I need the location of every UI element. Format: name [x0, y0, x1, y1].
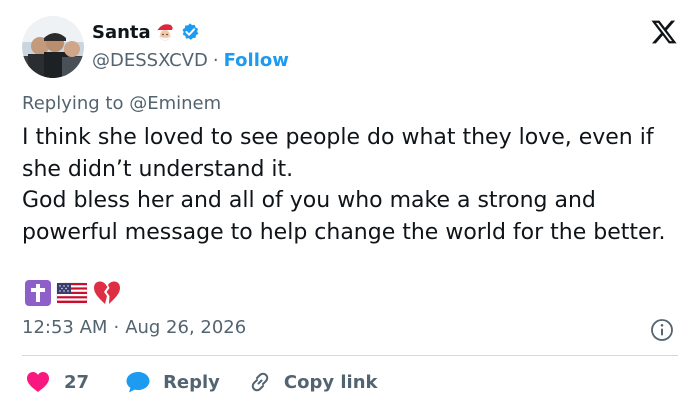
display-name[interactable]: Santa [92, 22, 151, 43]
reply-bubble-icon [126, 372, 150, 393]
tweet-time: 12:53 AM [22, 317, 108, 338]
timestamp-separator: · [113, 317, 120, 338]
reply-mention[interactable]: @Eminem [129, 93, 221, 114]
tweet-emojis [24, 279, 122, 307]
tweet-actions: 27 Reply Copy link [26, 370, 378, 394]
info-icon[interactable] [650, 318, 674, 342]
heart-icon [27, 372, 49, 392]
divider [22, 355, 678, 356]
us-flag-emoji-icon [56, 282, 88, 304]
verified-badge-icon [182, 23, 199, 40]
x-logo-icon[interactable] [650, 18, 678, 46]
avatar[interactable] [22, 16, 84, 78]
copy-link-button[interactable]: Copy link [248, 370, 378, 394]
tweet-timestamp[interactable]: 12:53 AM · Aug 26, 2026 [22, 317, 246, 338]
tweet-text: I think she loved to see people do what … [22, 122, 682, 248]
reply-prefix: Replying to [22, 93, 124, 114]
tweet-paragraph: God bless her and all of you who make a … [22, 188, 666, 245]
tweet-date: Aug 26, 2026 [125, 317, 247, 338]
like-button[interactable]: 27 [26, 371, 89, 393]
tweet-card: Santa @DESSXCVD · Follow Replying to @Em… [0, 0, 700, 410]
like-count: 27 [64, 371, 90, 393]
author-handle[interactable]: @DESSXCVD [92, 50, 208, 71]
reply-context: Replying to @Eminem [22, 93, 221, 114]
broken-heart-emoji-icon [94, 281, 120, 304]
santa-emoji-icon [156, 24, 176, 41]
reply-button[interactable]: Reply [125, 370, 220, 394]
handle-separator: · [212, 49, 219, 71]
copy-link-label: Copy link [283, 371, 378, 393]
reply-label: Reply [163, 371, 220, 393]
author-name-row: Santa [92, 19, 200, 45]
cross-emoji-icon [25, 280, 51, 306]
tweet-paragraph: I think she loved to see people do what … [22, 125, 654, 182]
follow-button[interactable]: Follow [224, 50, 289, 71]
link-icon [251, 372, 269, 392]
author-handle-row: @DESSXCVD · Follow [92, 48, 289, 72]
